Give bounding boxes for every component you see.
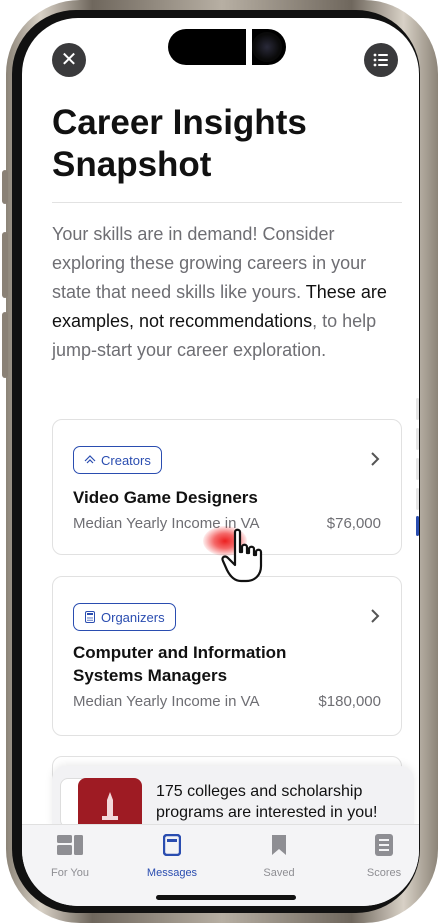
screen: ✕ Career Insights Snapshot Your skills a… xyxy=(22,18,419,906)
tab-messages[interactable]: Messages xyxy=(132,833,212,879)
pointer-hand-icon xyxy=(221,528,263,583)
interest-banner[interactable]: 175 colleges and scholarship programs ar… xyxy=(52,766,414,828)
close-icon: ✕ xyxy=(60,49,78,71)
message-icon xyxy=(163,834,181,856)
camera-icon xyxy=(252,32,282,62)
chevron-right-icon xyxy=(371,609,380,623)
career-title: Computer and Information Systems Manager… xyxy=(73,643,287,685)
tab-saved[interactable]: Saved xyxy=(239,833,319,879)
side-button xyxy=(2,312,8,378)
tab-label: Messages xyxy=(146,867,198,879)
side-button xyxy=(2,232,8,298)
category-chip: Organizers xyxy=(73,603,176,631)
banner-text: 175 colleges and scholarship programs ar… xyxy=(156,783,378,821)
scores-icon xyxy=(375,834,393,856)
dynamic-island xyxy=(168,29,286,65)
scroll-indicator[interactable] xyxy=(416,398,419,548)
tab-bar: For You Messages Saved Scores xyxy=(22,824,419,906)
side-button xyxy=(2,170,8,204)
tab-scores[interactable]: Scores xyxy=(344,833,419,879)
income-value: $76,000 xyxy=(326,515,381,532)
list-icon xyxy=(373,53,388,67)
intro-text: Your skills are in demand! Consider expl… xyxy=(52,220,392,365)
page-title: Career Insights Snapshot xyxy=(52,103,307,184)
category-chip: Creators xyxy=(73,446,162,474)
income-label: Median Yearly Income in VA xyxy=(73,693,260,710)
calculator-icon xyxy=(85,611,95,623)
divider xyxy=(52,202,402,203)
palette-icon xyxy=(84,455,96,464)
bookmark-icon xyxy=(272,835,286,855)
tab-label: Saved xyxy=(263,867,295,879)
tower-icon xyxy=(102,792,118,820)
career-title: Video Game Designers xyxy=(73,488,258,507)
category-label: Creators xyxy=(101,452,151,468)
menu-button[interactable] xyxy=(364,43,398,77)
category-label: Organizers xyxy=(101,609,165,625)
home-indicator[interactable] xyxy=(156,895,296,900)
tab-label: Scores xyxy=(366,867,402,879)
college-logo xyxy=(78,778,142,828)
tab-label: For You xyxy=(51,867,89,879)
career-card[interactable]: Organizers Computer and Information Syst… xyxy=(52,576,402,736)
scroll-thumb[interactable] xyxy=(416,516,419,536)
income-value: $180,000 xyxy=(318,693,381,710)
close-button[interactable]: ✕ xyxy=(52,43,86,77)
dashboard-icon xyxy=(57,835,83,855)
chevron-right-icon xyxy=(371,452,380,466)
tab-for-you[interactable]: For You xyxy=(30,833,110,879)
